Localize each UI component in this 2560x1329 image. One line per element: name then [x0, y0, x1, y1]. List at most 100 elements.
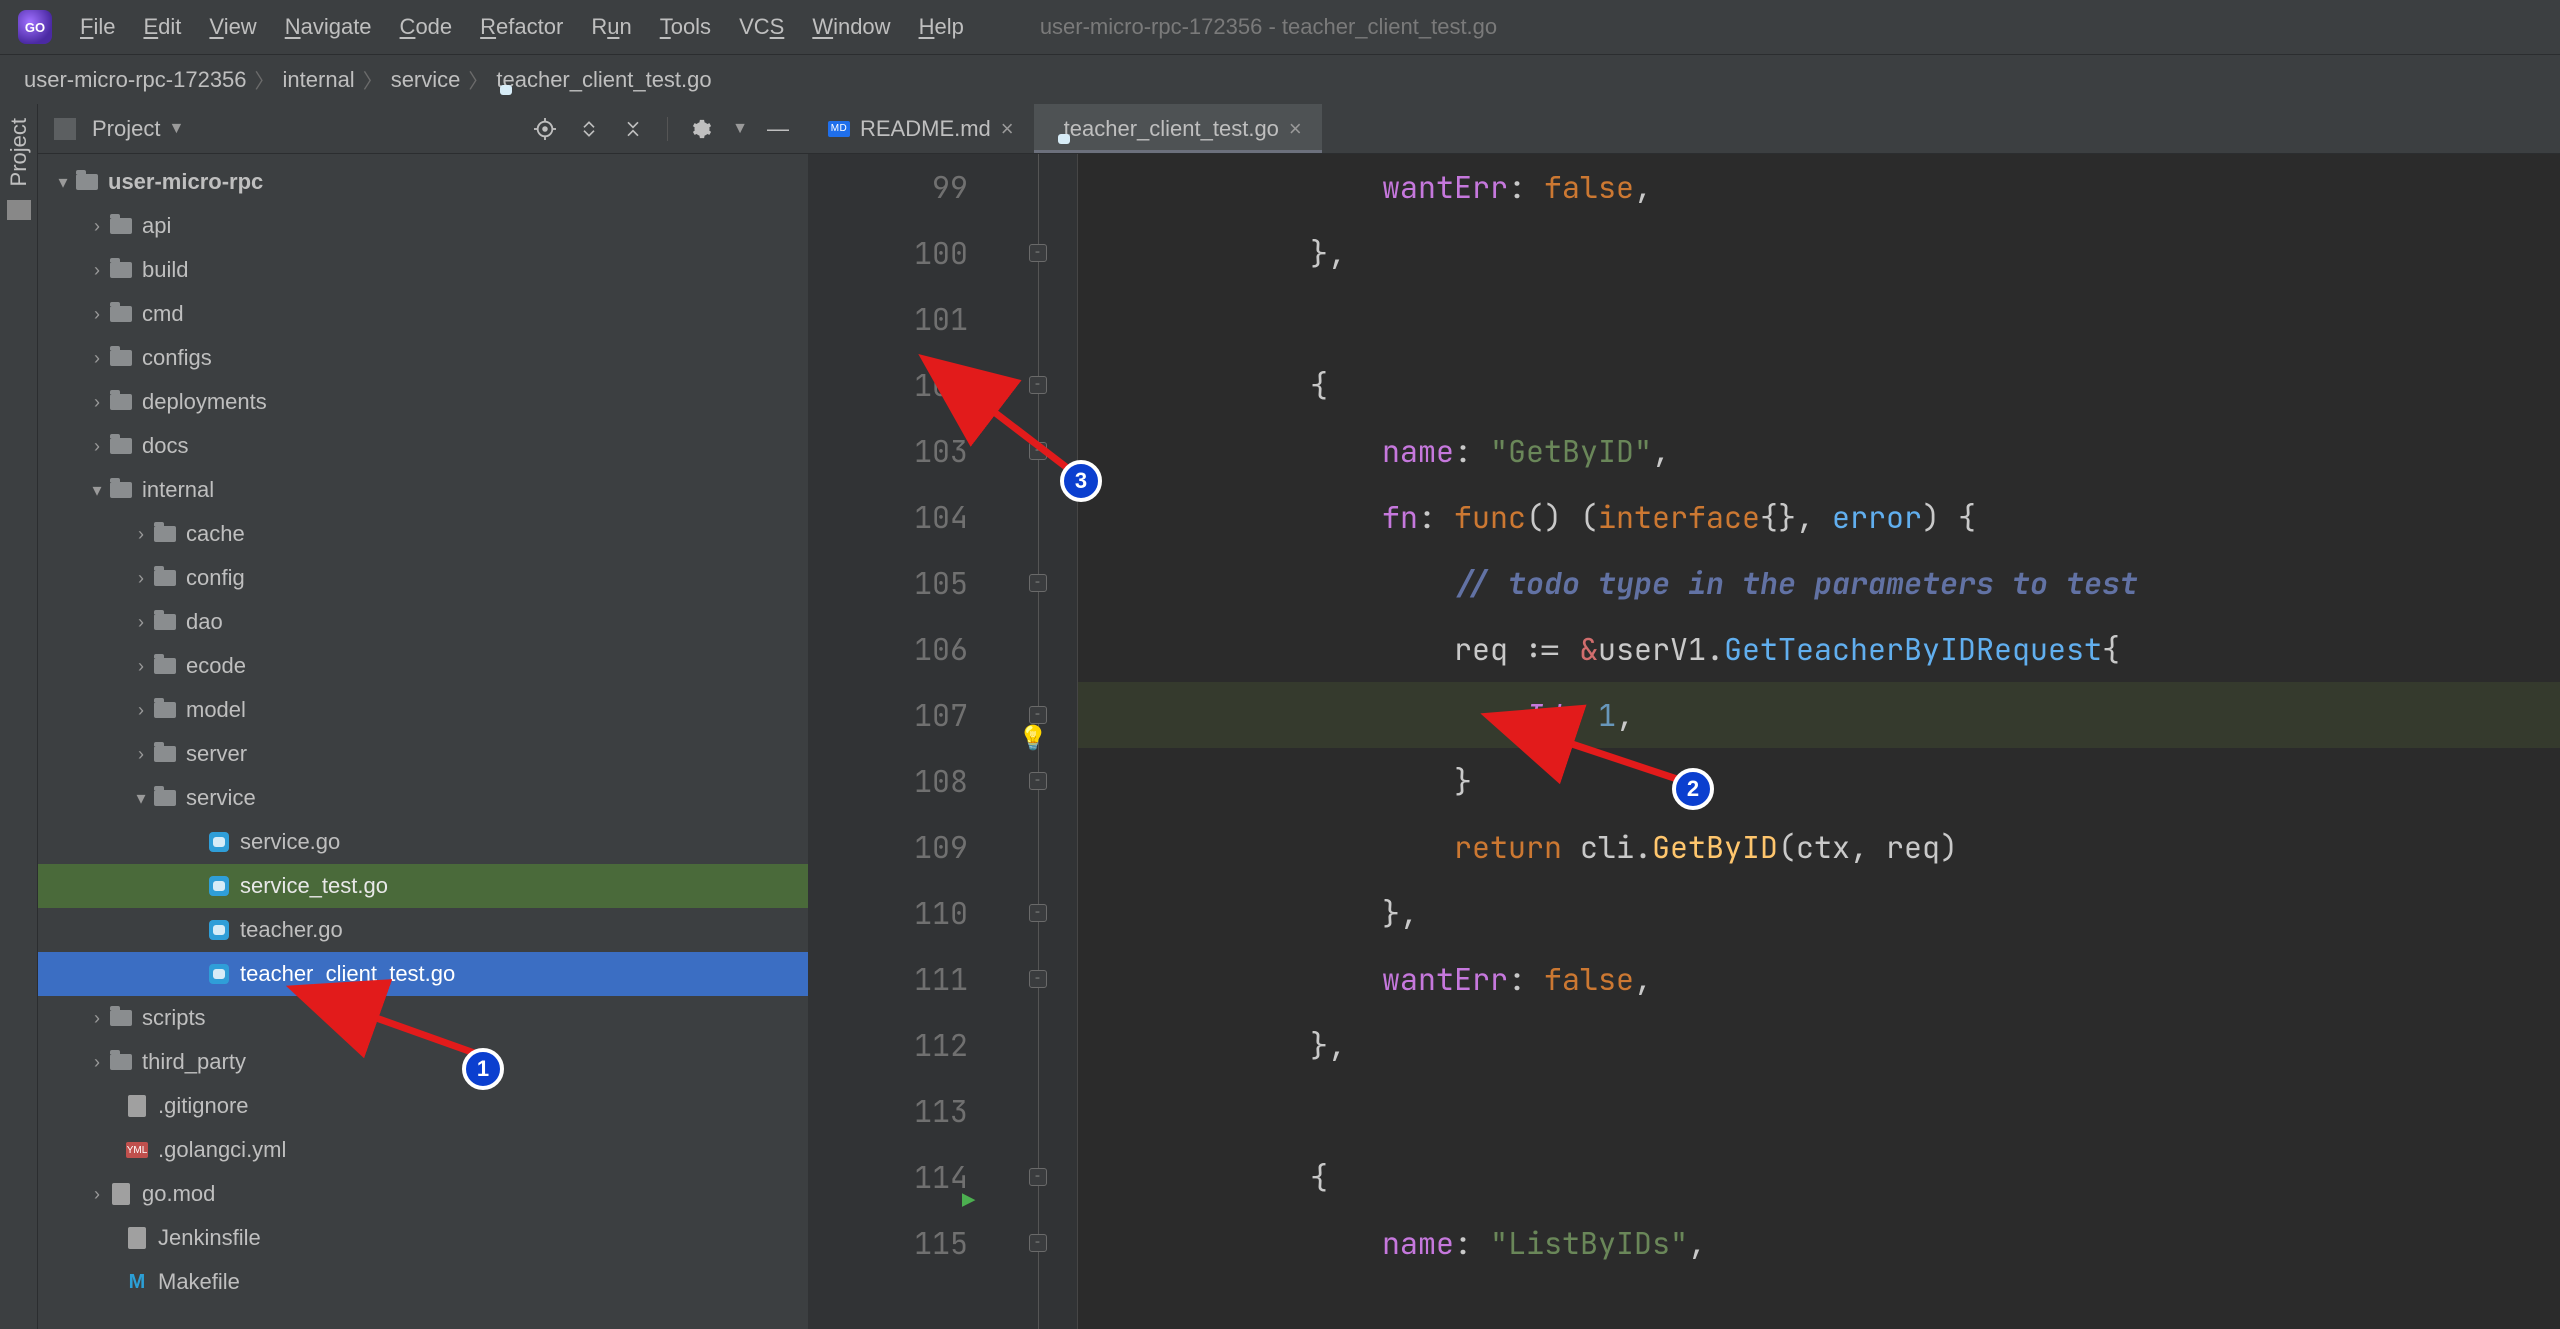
- menu-edit[interactable]: Edit: [143, 14, 181, 40]
- tree-folder-configs[interactable]: ›configs: [38, 336, 808, 380]
- tab-readme[interactable]: MD README.md ×: [808, 104, 1034, 153]
- project-tree[interactable]: ▾ user-micro-rpc ›api ›build ›cmd ›confi…: [38, 154, 808, 1329]
- fold-marker-icon[interactable]: [1029, 244, 1047, 262]
- tree-file-makefile[interactable]: MMakefile: [38, 1260, 808, 1304]
- crumb-file[interactable]: teacher_client_test.go: [496, 67, 711, 93]
- run-test-icon[interactable]: ▶: [962, 1168, 975, 1234]
- go-file-icon: [206, 919, 232, 941]
- locate-icon[interactable]: [531, 115, 559, 143]
- tab-teacher-client-test[interactable]: teacher_client_test.go ×: [1034, 104, 1322, 153]
- folder-icon: [108, 215, 134, 237]
- tree-label: third_party: [142, 1049, 246, 1075]
- menu-view[interactable]: View: [209, 14, 256, 40]
- code-line: name: "ListByIDs",: [1078, 1210, 2560, 1276]
- tree-file-teacher-client-test-go[interactable]: teacher_client_test.go: [38, 952, 808, 996]
- chevron-right-icon: ›: [130, 744, 152, 765]
- rail-folder-icon[interactable]: [7, 200, 31, 220]
- tree-label: api: [142, 213, 171, 239]
- folder-icon: [108, 1051, 134, 1073]
- chevron-right-icon: 〉: [247, 65, 283, 94]
- fold-marker-icon[interactable]: [1029, 1234, 1047, 1252]
- menu-vcs[interactable]: VCS: [739, 14, 784, 40]
- chevron-down-icon: ▾: [130, 788, 152, 809]
- menu-tools[interactable]: Tools: [660, 14, 711, 40]
- chevron-right-icon: ›: [86, 348, 108, 369]
- tree-label: internal: [142, 477, 214, 503]
- run-test-icon[interactable]: ▶: [962, 376, 975, 442]
- hide-icon[interactable]: —: [764, 115, 792, 143]
- text-file-icon: [124, 1095, 150, 1117]
- tree-folder-ecode[interactable]: ›ecode: [38, 644, 808, 688]
- folder-icon: [108, 303, 134, 325]
- tree-folder-cache[interactable]: ›cache: [38, 512, 808, 556]
- gear-icon[interactable]: [688, 115, 716, 143]
- tree-folder-internal[interactable]: ▾internal: [38, 468, 808, 512]
- tree-folder-server[interactable]: ›server: [38, 732, 808, 776]
- line-number: 107: [808, 682, 980, 748]
- chevron-down-icon: ▼: [732, 120, 748, 138]
- tree-folder-deployments[interactable]: ›deployments: [38, 380, 808, 424]
- line-number: 108: [808, 748, 980, 814]
- crumb-service[interactable]: service: [391, 67, 461, 93]
- tree-folder-cmd[interactable]: ›cmd: [38, 292, 808, 336]
- chevron-right-icon: 〉: [460, 65, 496, 94]
- chevron-right-icon: 〉: [355, 65, 391, 94]
- tree-file-service-go[interactable]: service.go: [38, 820, 808, 864]
- crumb-internal[interactable]: internal: [283, 67, 355, 93]
- sidebar-title[interactable]: Project ▼: [92, 116, 184, 142]
- tree-file-jenkinsfile[interactable]: Jenkinsfile: [38, 1216, 808, 1260]
- code-editor[interactable]: 99 100 101 102 103 104 105 106 107 108 1…: [808, 154, 2560, 1329]
- project-view-icon: [54, 118, 76, 140]
- code-line: },: [1078, 1012, 2560, 1078]
- rail-project-tab[interactable]: Project: [6, 118, 32, 186]
- close-icon[interactable]: ×: [1001, 116, 1014, 142]
- menu-code[interactable]: Code: [400, 14, 453, 40]
- tree-folder-config[interactable]: ›config: [38, 556, 808, 600]
- chevron-right-icon: ›: [130, 568, 152, 589]
- collapse-all-icon[interactable]: [619, 115, 647, 143]
- tree-folder-service[interactable]: ▾service: [38, 776, 808, 820]
- tree-file-golangci-yml[interactable]: YML.golangci.yml: [38, 1128, 808, 1172]
- tree-file-go-mod[interactable]: ›go.mod: [38, 1172, 808, 1216]
- expand-all-icon[interactable]: [575, 115, 603, 143]
- code-line: [1078, 1078, 2560, 1144]
- fold-marker-icon[interactable]: [1029, 970, 1047, 988]
- fold-marker-icon[interactable]: [1029, 904, 1047, 922]
- menu-run[interactable]: Run: [591, 14, 631, 40]
- tree-folder-scripts[interactable]: ›scripts: [38, 996, 808, 1040]
- tree-folder-build[interactable]: ›build: [38, 248, 808, 292]
- folder-icon: [152, 567, 178, 589]
- tree-label: docs: [142, 433, 188, 459]
- fold-marker-icon[interactable]: [1029, 1168, 1047, 1186]
- tree-folder-model[interactable]: ›model: [38, 688, 808, 732]
- tree-file-gitignore[interactable]: .gitignore: [38, 1084, 808, 1128]
- tree-file-teacher-go[interactable]: teacher.go: [38, 908, 808, 952]
- chevron-right-icon: ›: [130, 656, 152, 677]
- tree-folder-docs[interactable]: ›docs: [38, 424, 808, 468]
- tree-folder-dao[interactable]: ›dao: [38, 600, 808, 644]
- tree-folder-third-party[interactable]: ›third_party: [38, 1040, 808, 1084]
- tree-label: Jenkinsfile: [158, 1225, 261, 1251]
- code-viewport[interactable]: wantErr: false, }, { name: "GetByID", fn…: [1078, 154, 2560, 1329]
- line-number: 106: [808, 616, 980, 682]
- menu-navigate[interactable]: Navigate: [285, 14, 372, 40]
- line-number: 109: [808, 814, 980, 880]
- menu-refactor[interactable]: Refactor: [480, 14, 563, 40]
- fold-marker-icon[interactable]: [1029, 442, 1047, 460]
- menu-window[interactable]: Window: [812, 14, 890, 40]
- tree-label: build: [142, 257, 188, 283]
- fold-marker-icon[interactable]: [1029, 772, 1047, 790]
- folder-icon: [152, 787, 178, 809]
- tree-root[interactable]: ▾ user-micro-rpc: [38, 160, 808, 204]
- intention-bulb-icon[interactable]: 💡: [1018, 706, 1048, 772]
- crumb-root[interactable]: user-micro-rpc-172356: [24, 67, 247, 93]
- fold-marker-icon[interactable]: [1029, 574, 1047, 592]
- text-file-icon: [124, 1227, 150, 1249]
- tree-folder-api[interactable]: ›api: [38, 204, 808, 248]
- menu-help[interactable]: Help: [919, 14, 964, 40]
- close-icon[interactable]: ×: [1289, 116, 1302, 142]
- breadcrumb: user-micro-rpc-172356 〉 internal 〉 servi…: [0, 54, 2560, 104]
- tree-file-service-test-go[interactable]: service_test.go: [38, 864, 808, 908]
- menu-file[interactable]: File: [80, 14, 115, 40]
- fold-marker-icon[interactable]: [1029, 376, 1047, 394]
